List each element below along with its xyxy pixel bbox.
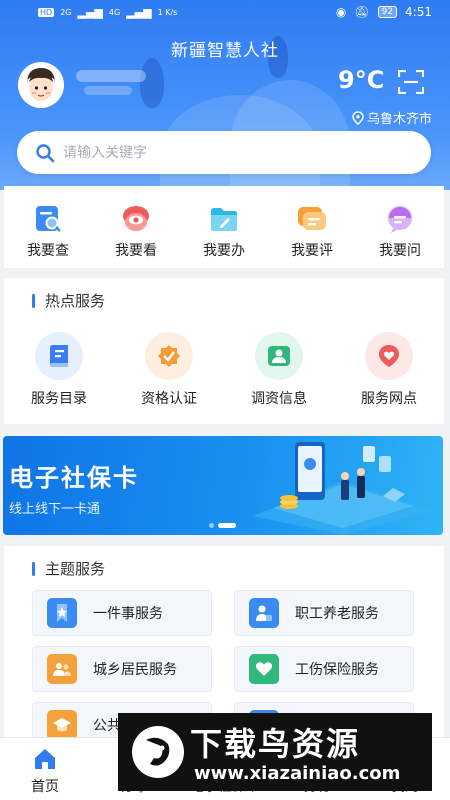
user-avatar[interactable]	[18, 62, 64, 108]
quick-action-label: 我要办	[203, 243, 245, 259]
hot-service-icon-bg	[145, 332, 193, 380]
watermark-title: 下载鸟资源	[190, 725, 361, 763]
topic-residents[interactable]: 城乡居民服务	[32, 646, 212, 692]
watermark-overlay: 下载鸟资源 www.xiazainiao.com	[118, 713, 432, 791]
chat-icon	[388, 206, 412, 233]
heart-icon	[255, 662, 273, 676]
location[interactable]: 乌鲁木齐市	[352, 108, 432, 127]
residents-icon	[53, 663, 71, 676]
quick-action-label: 我要评	[291, 243, 333, 259]
hot-service-label: 服务目录	[31, 391, 87, 407]
location-heart-icon	[379, 345, 399, 367]
quick-action-label: 我要查	[27, 243, 69, 259]
hot-service-icon-bg	[35, 332, 83, 380]
mute-icon: 🔕︎	[354, 5, 370, 19]
temperature: 9°C	[338, 66, 385, 94]
tab-label: 首页	[31, 779, 59, 795]
home-icon	[35, 749, 55, 769]
signal-b: 4G	[108, 8, 121, 17]
hot-service-certify[interactable]: 资格认证	[114, 332, 224, 408]
section-title: 主题服务	[32, 558, 105, 579]
net-speed: 1 K/s	[157, 8, 178, 17]
status-bar: HD 2G ▂▄▆ 4G ▂▄▆ 1 K/s ◉ 🔕︎ 92 4:51	[0, 0, 450, 26]
social-card-banner[interactable]: 电子社保卡 线上线下一卡通	[3, 436, 443, 535]
bird-logo-icon	[133, 727, 183, 777]
clock: 4:51	[405, 5, 432, 19]
person-info-icon	[268, 346, 290, 366]
hot-service-label: 资格认证	[141, 391, 197, 407]
watermark-logo-icon	[132, 726, 184, 778]
signal-a: 2G	[60, 8, 72, 17]
topic-label: 职工养老服务	[295, 606, 379, 622]
hot-service-outlets[interactable]: 服务网点	[334, 332, 444, 408]
hot-service-label: 服务网点	[361, 391, 417, 407]
search-icon	[36, 143, 55, 162]
hot-service-icon-bg	[365, 332, 413, 380]
catalog-icon	[50, 345, 68, 367]
avatar-face-icon	[18, 62, 64, 108]
banner-title: 电子社保卡	[9, 464, 139, 492]
user-id-blurred	[84, 86, 132, 95]
topic-icon-bg	[249, 654, 279, 684]
topic-icon-bg	[47, 654, 77, 684]
hot-service-label: 调资信息	[251, 391, 307, 407]
topic-label: 工伤保险服务	[295, 662, 379, 678]
topic-worker-pension[interactable]: 职工养老服务	[234, 590, 414, 636]
eye-icon: ◉	[335, 5, 347, 19]
quick-action-handle[interactable]: 我要办	[180, 186, 268, 268]
signal-bars-icon: ▂▄▆	[77, 6, 103, 19]
worker-icon	[256, 605, 272, 621]
search-doc-icon	[36, 206, 61, 232]
user-name-blurred	[76, 70, 146, 82]
banner-subtitle: 线上线下一卡通	[9, 502, 101, 517]
comment-icon	[298, 207, 326, 230]
topic-label: 城乡居民服务	[93, 662, 177, 678]
graduation-icon	[53, 718, 71, 732]
section-title: 热点服务	[32, 290, 105, 311]
carousel-dot-active[interactable]	[218, 523, 236, 528]
topic-label: 公共	[93, 718, 121, 734]
topic-label: 一件事服务	[93, 606, 163, 622]
quick-action-label: 我要看	[115, 243, 157, 259]
topic-icon-bg	[249, 598, 279, 628]
topic-icon-bg	[47, 598, 77, 628]
header-tree-decoration	[140, 58, 164, 108]
quick-action-label: 我要问	[379, 243, 421, 259]
quick-action-query[interactable]: 我要查	[4, 186, 92, 268]
signal-bars-icon: ▂▄▆	[126, 6, 152, 19]
watermark-url: www.xiazainiao.com	[194, 763, 401, 784]
tab-home[interactable]: 首页	[0, 738, 90, 800]
quick-action-rate[interactable]: 我要评	[268, 186, 356, 268]
scan-icon[interactable]	[398, 70, 424, 94]
topic-injury-insurance[interactable]: 工伤保险服务	[234, 646, 414, 692]
certify-icon	[158, 345, 180, 367]
hot-service-catalog[interactable]: 服务目录	[4, 332, 114, 408]
network-indicator: HD	[38, 8, 55, 17]
search-input[interactable]	[63, 144, 363, 161]
star-badge-icon	[57, 604, 67, 622]
topic-one-thing[interactable]: 一件事服务	[32, 590, 212, 636]
search-bar[interactable]	[17, 131, 431, 174]
battery-indicator: 92	[377, 6, 398, 18]
hot-service-icon-bg	[255, 332, 303, 380]
topic-icon-bg	[47, 710, 77, 740]
location-label: 乌鲁木齐市	[366, 112, 432, 127]
banner-illustration	[253, 442, 433, 535]
eye-icon	[123, 206, 149, 231]
quick-action-ask[interactable]: 我要问	[356, 186, 444, 268]
folder-edit-icon	[211, 208, 237, 231]
hot-services: 热点服务 服务目录 资格认证 调资信息 服务网点	[4, 278, 444, 424]
carousel-dots[interactable]	[209, 523, 236, 528]
quick-action-view[interactable]: 我要看	[92, 186, 180, 268]
quick-actions: 我要查 我要看 我要办 我要评 我要问	[4, 186, 444, 268]
app-title: 新疆智慧人社	[171, 41, 279, 61]
location-pin-icon	[352, 110, 364, 125]
carousel-dot[interactable]	[209, 523, 214, 528]
hot-service-salary[interactable]: 调资信息	[224, 332, 334, 408]
